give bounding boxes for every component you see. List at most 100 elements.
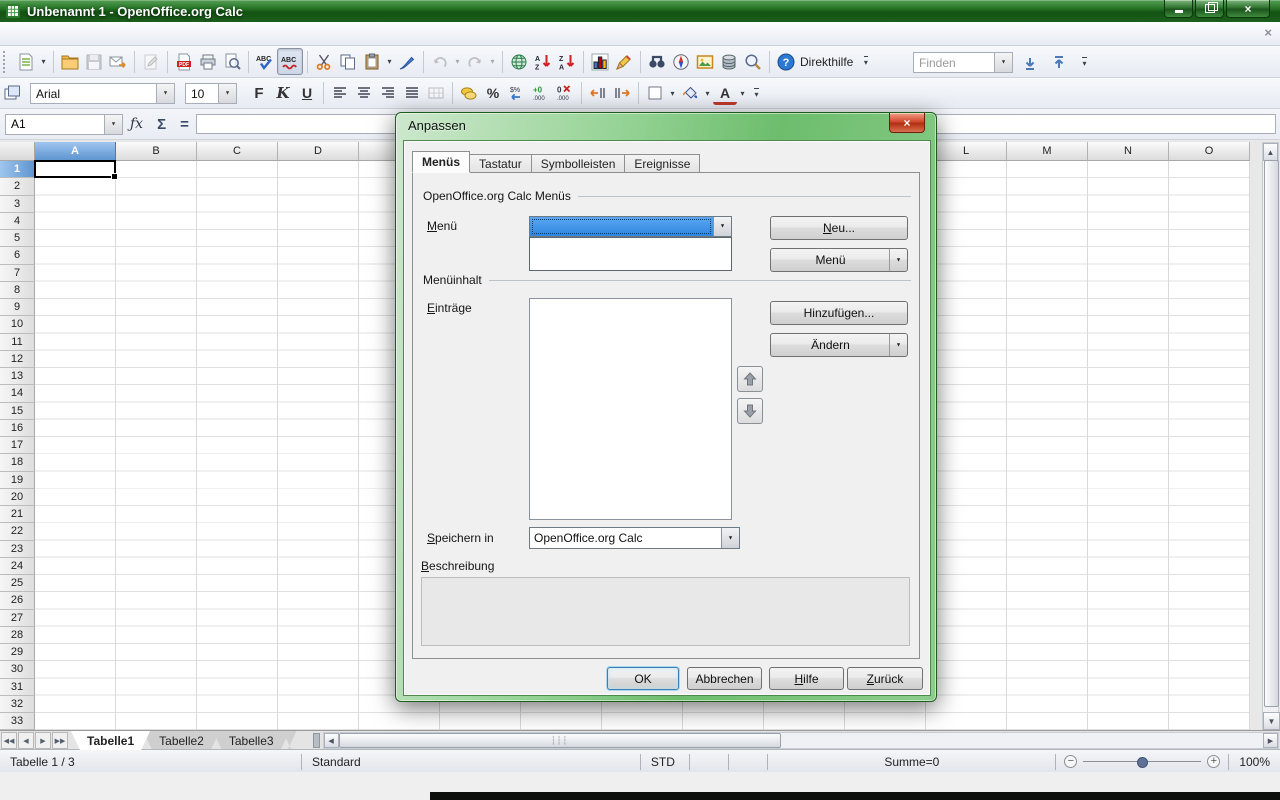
menu-menu-button[interactable]: Menü <box>770 248 908 272</box>
entries-listbox[interactable] <box>529 298 732 520</box>
tab-menus[interactable]: Menüs <box>412 151 470 173</box>
background-color-button[interactable] <box>678 81 702 106</box>
dialog-close-button[interactable]: × <box>889 113 925 133</box>
merge-cells-button[interactable] <box>424 81 448 106</box>
row-header-3[interactable]: 3 <box>0 196 35 213</box>
next-sheet-button[interactable]: ▶ <box>35 732 51 749</box>
sort-descending-button[interactable]: ZA <box>555 49 579 74</box>
font-name-dropdown[interactable] <box>156 84 174 103</box>
row-header-17[interactable]: 17 <box>0 437 35 454</box>
italic-button[interactable]: K <box>271 81 295 106</box>
row-header-13[interactable]: 13 <box>0 368 35 385</box>
fill-handle[interactable] <box>111 173 118 180</box>
add-decimal-button[interactable]: +0.000 <box>529 81 553 106</box>
document-close-icon[interactable]: × <box>1264 25 1272 40</box>
copy-button[interactable] <box>336 49 360 74</box>
sheet-tab-tabelle1[interactable]: Tabelle1 <box>71 731 150 750</box>
row-header-6[interactable]: 6 <box>0 247 35 264</box>
scroll-left-icon[interactable]: ◀ <box>324 733 339 748</box>
column-header-L[interactable]: L <box>926 142 1007 161</box>
page-preview-button[interactable] <box>220 49 244 74</box>
row-header-8[interactable]: 8 <box>0 282 35 299</box>
align-center-button[interactable] <box>352 81 376 106</box>
find-dropdown[interactable] <box>994 53 1012 72</box>
scroll-up-icon[interactable]: ▲ <box>1263 143 1278 161</box>
equals-icon[interactable]: = <box>180 116 189 133</box>
export-pdf-button[interactable]: PDF <box>172 49 196 74</box>
column-header-D[interactable]: D <box>278 142 359 161</box>
new-document-dropdown[interactable] <box>38 49 49 74</box>
row-header-28[interactable]: 28 <box>0 627 35 644</box>
row-header-7[interactable]: 7 <box>0 265 35 282</box>
status-sum[interactable]: Summe=0 <box>768 750 1055 773</box>
horizontal-scroll-track[interactable]: ┆┆┆ <box>339 733 1263 748</box>
find-toolbar-overflow[interactable] <box>1078 50 1091 75</box>
status-insert-mode[interactable]: STD <box>641 750 689 773</box>
name-box-dropdown[interactable] <box>104 115 122 134</box>
align-right-button[interactable] <box>376 81 400 106</box>
hyperlink-button[interactable] <box>507 49 531 74</box>
format-paintbrush-button[interactable] <box>395 49 419 74</box>
add-button[interactable]: Hinzufügen... <box>770 301 908 325</box>
row-header-22[interactable]: 22 <box>0 523 35 540</box>
new-menu-button[interactable]: Neu... <box>770 216 908 240</box>
sheet-tab-tabelle2[interactable]: Tabelle2 <box>143 731 220 750</box>
tab-symbolleisten[interactable]: Symbolleisten <box>531 154 625 173</box>
move-up-button[interactable] <box>737 366 763 392</box>
find-input[interactable] <box>914 53 994 72</box>
percent-format-button[interactable]: % <box>481 81 505 106</box>
menu-button-dropdown[interactable] <box>889 249 907 271</box>
formatting-overflow-button[interactable] <box>750 81 763 106</box>
row-header-31[interactable]: 31 <box>0 679 35 696</box>
redo-button[interactable] <box>463 49 487 74</box>
modify-button-dropdown[interactable] <box>889 334 907 356</box>
row-header-24[interactable]: 24 <box>0 558 35 575</box>
row-header-15[interactable]: 15 <box>0 403 35 420</box>
toolbar-overflow-button[interactable] <box>859 49 872 74</box>
row-header-1[interactable]: 1 <box>0 161 35 178</box>
row-header-25[interactable]: 25 <box>0 575 35 592</box>
new-document-button[interactable] <box>14 49 38 74</box>
column-header-O[interactable]: O <box>1169 142 1250 161</box>
horizontal-scroll-thumb[interactable]: ┆┆┆ <box>339 733 781 748</box>
zoom-track[interactable] <box>1083 761 1201 762</box>
title-bar[interactable]: Unbenannt 1 - OpenOffice.org Calc × <box>0 0 1280 22</box>
edit-file-button[interactable] <box>139 49 163 74</box>
row-header-33[interactable]: 33 <box>0 713 35 730</box>
row-header-27[interactable]: 27 <box>0 610 35 627</box>
align-left-button[interactable] <box>328 81 352 106</box>
email-button[interactable] <box>106 49 130 74</box>
help-label[interactable]: Direkthilfe <box>800 55 853 69</box>
auto-spellcheck-button[interactable]: ABC <box>277 48 303 75</box>
increase-indent-button[interactable] <box>610 81 634 106</box>
open-button[interactable] <box>58 49 82 74</box>
column-header-A[interactable]: A <box>35 142 116 161</box>
close-button[interactable]: × <box>1226 0 1270 18</box>
save-in-combo[interactable]: OpenOffice.org Calc <box>529 527 740 549</box>
save-button[interactable] <box>82 49 106 74</box>
sort-ascending-button[interactable]: AZ <box>531 49 555 74</box>
font-name-combo[interactable]: Arial <box>30 83 175 104</box>
sum-icon[interactable]: Σ <box>157 116 166 133</box>
menu-combo-open-list[interactable] <box>529 237 732 271</box>
back-button[interactable]: Zurück <box>847 667 923 690</box>
menu-combo-dropdown[interactable] <box>713 217 731 236</box>
column-header-M[interactable]: M <box>1007 142 1088 161</box>
name-box[interactable] <box>5 114 123 135</box>
show-draw-functions-button[interactable] <box>612 49 636 74</box>
status-page-style[interactable]: Standard <box>302 750 640 773</box>
zoom-out-button[interactable]: − <box>1064 755 1077 768</box>
row-header-14[interactable]: 14 <box>0 385 35 402</box>
help-button[interactable]: Hilfe <box>769 667 844 690</box>
data-sources-button[interactable] <box>717 49 741 74</box>
function-wizard-icon[interactable]: ƒx <box>130 116 143 132</box>
borders-button[interactable] <box>643 81 667 106</box>
restore-button[interactable] <box>1195 0 1224 18</box>
row-header-19[interactable]: 19 <box>0 472 35 489</box>
navigator-button[interactable] <box>669 49 693 74</box>
justify-button[interactable] <box>400 81 424 106</box>
first-sheet-button[interactable]: ◀◀ <box>1 732 17 749</box>
scroll-down-icon[interactable]: ▼ <box>1263 712 1280 730</box>
row-header-20[interactable]: 20 <box>0 489 35 506</box>
row-header-30[interactable]: 30 <box>0 661 35 678</box>
